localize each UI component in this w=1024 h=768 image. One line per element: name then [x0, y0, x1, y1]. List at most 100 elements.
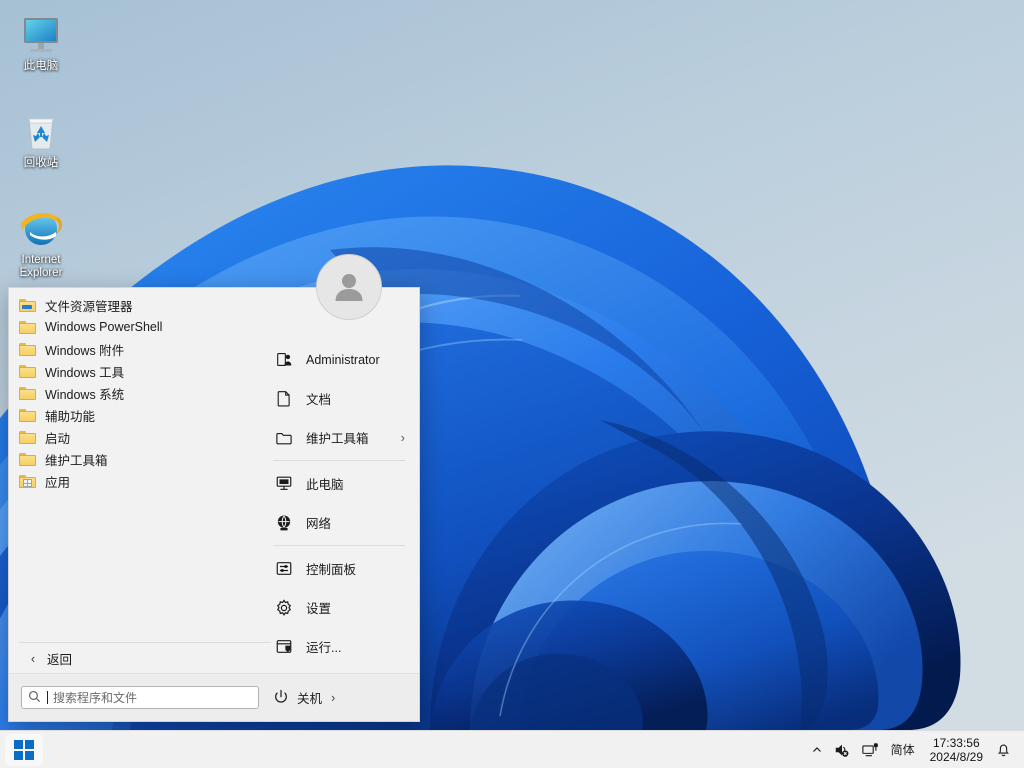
program-item-label: Windows PowerShell — [45, 320, 162, 334]
program-item-accessibility[interactable]: 辅助功能 — [9, 404, 261, 426]
folder-icon — [19, 364, 37, 379]
shortcut-label: 运行... — [306, 637, 341, 656]
ime-label: 简体 — [891, 741, 915, 758]
back-button[interactable]: ‹ 返回 — [19, 643, 271, 673]
desktop-icon-recycle-bin[interactable]: 回收站 — [2, 105, 80, 170]
start-menu-program-list: 文件资源管理器 Windows PowerShell Windows 附件 — [9, 288, 261, 642]
start-menu-back-area: ‹ 返回 — [19, 642, 271, 673]
program-item-startup[interactable]: 启动 — [9, 426, 261, 448]
ime-indicator[interactable]: 简体 — [884, 735, 922, 765]
taskbar-clock[interactable]: 17:33:56 2024/8/29 — [922, 736, 991, 764]
shutdown-label: 关机 — [297, 688, 322, 707]
program-item-label: Windows 系统 — [45, 384, 124, 403]
folder-icon — [19, 430, 37, 445]
search-input[interactable]: 搜索程序和文件 — [21, 686, 259, 709]
program-item-label: 启动 — [45, 428, 70, 447]
program-item-maintenance-toolbox[interactable]: 维护工具箱 — [9, 448, 261, 470]
shortcut-label: 网络 — [306, 513, 331, 532]
shortcut-label: 维护工具箱 — [306, 428, 369, 447]
desktop-screen: 此电脑 回收站 — [0, 0, 1024, 768]
shortcut-control-panel[interactable]: 控制面板 — [261, 549, 419, 588]
monitor-icon — [2, 8, 80, 56]
program-item-file-explorer[interactable]: 文件资源管理器 — [9, 294, 261, 316]
folder-icon — [19, 408, 37, 423]
program-item-label: Windows 附件 — [45, 340, 124, 359]
text-caret — [47, 691, 48, 704]
system-tray: 简体 17:33:56 2024/8/29 — [806, 731, 1024, 768]
taskbar: 简体 17:33:56 2024/8/29 — [0, 730, 1024, 768]
program-item-label: Windows 工具 — [45, 362, 124, 381]
program-item-label: 辅助功能 — [45, 406, 95, 425]
tray-overflow-button[interactable] — [806, 735, 828, 765]
folder-outline-icon — [273, 428, 295, 448]
chevron-right-icon: › — [401, 431, 405, 444]
program-item-label: 维护工具箱 — [45, 450, 108, 469]
chevron-left-icon: ‹ — [19, 651, 47, 666]
recycle-bin-icon — [2, 105, 80, 153]
program-item-label: 文件资源管理器 — [45, 296, 133, 315]
shortcut-settings[interactable]: 设置 — [261, 588, 419, 627]
shortcut-divider — [273, 545, 405, 546]
shortcut-divider — [273, 460, 405, 461]
chevron-up-icon — [811, 744, 823, 756]
shortcut-documents[interactable]: 文档 — [261, 379, 419, 418]
folder-icon — [19, 386, 37, 401]
desktop-icon-internet-explorer[interactable]: Internet Explorer — [2, 202, 80, 280]
shortcut-label: 文档 — [306, 389, 331, 408]
desktop-icon-label: 回收站 — [2, 157, 80, 170]
shortcut-run[interactable]: 运行... — [261, 627, 419, 666]
start-menu-shortcut-list: Administrator 文档 — [261, 288, 419, 642]
folder-icon — [19, 452, 37, 467]
search-placeholder: 搜索程序和文件 — [53, 689, 137, 706]
shortcut-label: 此电脑 — [306, 474, 344, 493]
back-button-label: 返回 — [47, 649, 72, 668]
folder-icon — [19, 320, 37, 335]
clock-time: 17:33:56 — [930, 736, 983, 750]
desktop-icon-this-pc[interactable]: 此电脑 — [2, 8, 80, 73]
document-icon — [273, 389, 295, 409]
shortcut-label: 设置 — [306, 598, 331, 617]
program-item-windows-system[interactable]: Windows 系统 — [9, 382, 261, 404]
shortcut-label: Administrator — [306, 353, 380, 367]
start-menu-bottom-bar: 搜索程序和文件 关机 › — [9, 673, 419, 721]
folder-icon — [19, 342, 37, 357]
notifications-button[interactable] — [991, 735, 1016, 765]
search-icon — [28, 690, 43, 705]
computer-icon — [273, 474, 295, 494]
desktop-icon-label: 此电脑 — [2, 60, 80, 73]
shutdown-button[interactable]: 关机 › — [273, 688, 335, 707]
network-button[interactable] — [856, 735, 884, 765]
user-card-icon — [273, 350, 295, 370]
shortcut-maintenance-toolbox[interactable]: 维护工具箱 › — [261, 418, 419, 457]
internet-explorer-icon — [2, 202, 80, 250]
gear-icon — [273, 598, 295, 618]
chevron-right-icon[interactable]: › — [331, 690, 335, 705]
user-avatar[interactable] — [316, 254, 382, 320]
start-menu-body: 文件资源管理器 Windows PowerShell Windows 附件 — [9, 288, 419, 642]
network-icon — [273, 513, 295, 533]
run-icon — [273, 637, 295, 657]
explorer-folder-icon — [19, 298, 37, 313]
user-avatar-icon — [330, 268, 368, 306]
apps-folder-icon — [19, 474, 37, 489]
power-icon — [273, 689, 290, 706]
speaker-muted-icon — [833, 742, 851, 758]
bell-icon — [996, 742, 1011, 758]
program-item-windows-accessories[interactable]: Windows 附件 — [9, 338, 261, 360]
windows-logo-icon — [14, 740, 34, 760]
clock-date: 2024/8/29 — [930, 750, 983, 764]
desktop-icon-label: Internet Explorer — [2, 254, 80, 280]
shortcut-this-pc[interactable]: 此电脑 — [261, 464, 419, 503]
monitor-network-icon — [861, 742, 879, 758]
program-item-windows-tools[interactable]: Windows 工具 — [9, 360, 261, 382]
start-menu: 文件资源管理器 Windows PowerShell Windows 附件 — [8, 287, 420, 722]
shortcut-label: 控制面板 — [306, 559, 356, 578]
start-button[interactable] — [5, 734, 43, 766]
shortcut-network[interactable]: 网络 — [261, 503, 419, 542]
volume-button[interactable] — [828, 735, 856, 765]
program-item-apps[interactable]: 应用 — [9, 470, 261, 492]
program-item-windows-powershell[interactable]: Windows PowerShell — [9, 316, 261, 338]
control-panel-icon — [273, 559, 295, 579]
shortcut-administrator[interactable]: Administrator — [261, 340, 419, 379]
program-item-label: 应用 — [45, 472, 70, 491]
